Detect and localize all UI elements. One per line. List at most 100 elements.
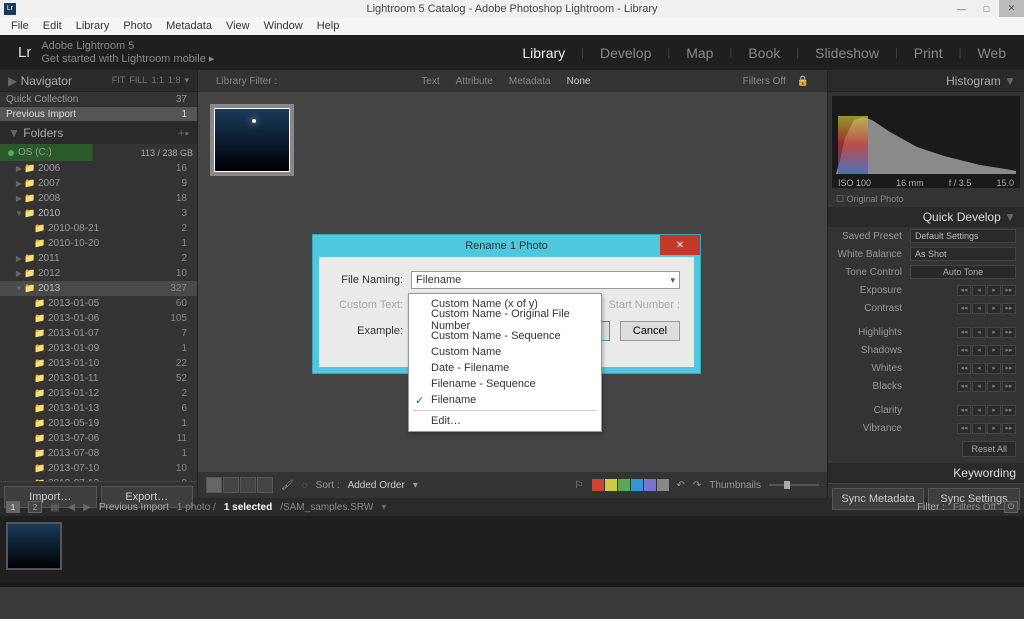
folder-row[interactable]: 📁2010-10-201 (0, 236, 197, 251)
photo-thumbnail[interactable] (210, 104, 294, 176)
folder-row[interactable]: ▶📁200818 (0, 191, 197, 206)
filter-none[interactable]: None (559, 76, 599, 87)
saved-preset-select[interactable]: Default Settings (910, 229, 1016, 243)
white-balance-select[interactable]: As Shot (910, 247, 1016, 261)
folder-row[interactable]: 📁2013-01-122 (0, 386, 197, 401)
menu-library[interactable]: Library (69, 20, 117, 32)
slider-highlights[interactable]: ◂◂◂▸▸▸ (910, 327, 1016, 338)
slider-whites[interactable]: ◂◂◂▸▸▸ (910, 363, 1016, 374)
color-label-swatch[interactable] (592, 479, 604, 491)
module-map[interactable]: Map (686, 45, 713, 61)
menu-photo[interactable]: Photo (116, 20, 159, 32)
loupe-view-icon[interactable] (223, 477, 239, 493)
module-library[interactable]: Library (522, 45, 565, 61)
compare-view-icon[interactable] (240, 477, 256, 493)
menu-view[interactable]: View (219, 20, 257, 32)
dropdown-option[interactable]: Custom Name (409, 344, 601, 360)
dropdown-option[interactable]: Filename - Sequence (409, 376, 601, 392)
folders-header[interactable]: ▼ Folders +▪ (0, 122, 197, 144)
fs-source[interactable]: Previous Import (99, 502, 169, 513)
volume-row[interactable]: OS (C:) 113 / 238 GB (0, 144, 197, 161)
menu-help[interactable]: Help (310, 20, 347, 32)
sync-metadata-button[interactable]: Sync Metadata (832, 488, 924, 510)
thumbnail-size-slider[interactable] (769, 484, 819, 486)
dropdown-option[interactable]: Custom Name - Original File Number (409, 312, 601, 328)
histogram-display[interactable]: ISO 100 16 mm f / 3.5 15.0 (832, 96, 1020, 188)
fs-filter-value[interactable]: Filters Off (953, 502, 996, 513)
file-naming-combo[interactable]: Filename (411, 271, 680, 289)
menu-file[interactable]: File (4, 20, 36, 32)
survey-view-icon[interactable] (257, 477, 273, 493)
folder-row[interactable]: 📁2013-01-06105 (0, 311, 197, 326)
original-photo-checkbox[interactable]: ☐ Original Photo (828, 192, 1024, 207)
folder-row[interactable]: ▶📁20112 (0, 251, 197, 266)
folder-row[interactable]: 📁2013-07-081 (0, 446, 197, 461)
dropdown-option[interactable]: Edit… (409, 413, 601, 429)
filter-metadata[interactable]: Metadata (501, 76, 559, 87)
rotate-cw-icon[interactable]: ↷ (693, 480, 701, 491)
folder-row[interactable]: 📁2013-01-091 (0, 341, 197, 356)
keywording-header[interactable]: Keywording (828, 463, 1024, 483)
quick-collection-row[interactable]: Quick Collection37 (0, 92, 197, 107)
grid-view-icon[interactable] (206, 477, 222, 493)
folder-row[interactable]: ▼📁20103 (0, 206, 197, 221)
color-label-swatch[interactable] (644, 479, 656, 491)
reset-all-button[interactable]: Reset All (962, 441, 1016, 457)
nav-fit[interactable]: FIT (112, 75, 126, 86)
slider-clarity[interactable]: ◂◂◂▸▸▸ (910, 405, 1016, 416)
module-print[interactable]: Print (914, 45, 943, 61)
dialog-title-bar[interactable]: Rename 1 Photo ✕ (313, 235, 700, 257)
slider-vibrance[interactable]: ◂◂◂▸▸▸ (910, 423, 1016, 434)
menu-metadata[interactable]: Metadata (159, 20, 219, 32)
folder-row[interactable]: 📁2010-08-212 (0, 221, 197, 236)
fs-back-icon[interactable]: ◀ (67, 502, 75, 513)
folder-row[interactable]: 📁2013-05-191 (0, 416, 197, 431)
slider-blacks[interactable]: ◂◂◂▸▸▸ (910, 381, 1016, 392)
previous-import-row[interactable]: Previous Import1 (0, 107, 197, 122)
fs-screen-2[interactable]: 2 (28, 501, 42, 513)
cancel-button[interactable]: Cancel (620, 321, 680, 341)
filter-off[interactable]: Filters Off 🔒 (727, 76, 817, 87)
brand-line2[interactable]: Get started with Lightroom mobile ▸ (41, 52, 214, 65)
dropdown-option[interactable]: Date - Filename (409, 360, 601, 376)
color-label-swatch[interactable] (657, 479, 669, 491)
dropdown-option[interactable]: Filename (409, 392, 601, 408)
module-web[interactable]: Web (977, 45, 1006, 61)
slider-contrast[interactable]: ◂◂◂▸▸▸ (910, 303, 1016, 314)
chevron-down-icon[interactable]: ▾ (413, 480, 418, 491)
color-label-swatch[interactable] (605, 479, 617, 491)
folder-row[interactable]: 📁2013-01-077 (0, 326, 197, 341)
folder-row[interactable]: ▶📁201210 (0, 266, 197, 281)
navigator-header[interactable]: ▶ Navigator FIT FILL 1:1 1:8 ▾ (0, 70, 197, 92)
sort-value[interactable]: Added Order (348, 480, 405, 491)
module-develop[interactable]: Develop (600, 45, 651, 61)
close-window-button[interactable]: ✕ (999, 0, 1024, 17)
dropdown-option[interactable]: Custom Name - Sequence (409, 328, 601, 344)
folder-row[interactable]: 📁2013-01-0560 (0, 296, 197, 311)
auto-tone-button[interactable]: Auto Tone (910, 265, 1016, 279)
folder-row[interactable]: 📁2013-01-1022 (0, 356, 197, 371)
minimize-button[interactable]: — (949, 0, 974, 17)
folder-row[interactable]: 📁2013-01-1152 (0, 371, 197, 386)
color-label-swatch[interactable] (618, 479, 630, 491)
add-folder-icon[interactable]: +▪ (178, 126, 189, 140)
chevron-down-icon[interactable]: ▾ (184, 75, 189, 86)
histogram-header[interactable]: Histogram ▼ (828, 70, 1024, 92)
slider-shadows[interactable]: ◂◂◂▸▸▸ (910, 345, 1016, 356)
menu-edit[interactable]: Edit (36, 20, 69, 32)
chevron-down-icon[interactable]: ▾ (381, 502, 386, 513)
filmstrip[interactable] (0, 516, 1024, 582)
nav-fill[interactable]: FILL (129, 75, 147, 86)
module-slideshow[interactable]: Slideshow (815, 45, 879, 61)
fs-switch-icon[interactable]: ⏻ (1004, 501, 1018, 513)
maximize-button[interactable]: □ (974, 0, 999, 17)
painter-icon[interactable]: 🖌 (281, 480, 294, 491)
folder-row[interactable]: ▶📁20079 (0, 176, 197, 191)
rotate-ccw-icon[interactable]: ↶ (677, 480, 685, 491)
folder-row[interactable]: 📁2013-07-1010 (0, 461, 197, 476)
slider-exposure[interactable]: ◂◂◂▸▸▸ (910, 285, 1016, 296)
folder-row[interactable]: ▶📁200616 (0, 161, 197, 176)
color-label-swatch[interactable] (631, 479, 643, 491)
filter-attribute[interactable]: Attribute (448, 76, 501, 87)
folder-row[interactable]: 📁2013-07-0611 (0, 431, 197, 446)
